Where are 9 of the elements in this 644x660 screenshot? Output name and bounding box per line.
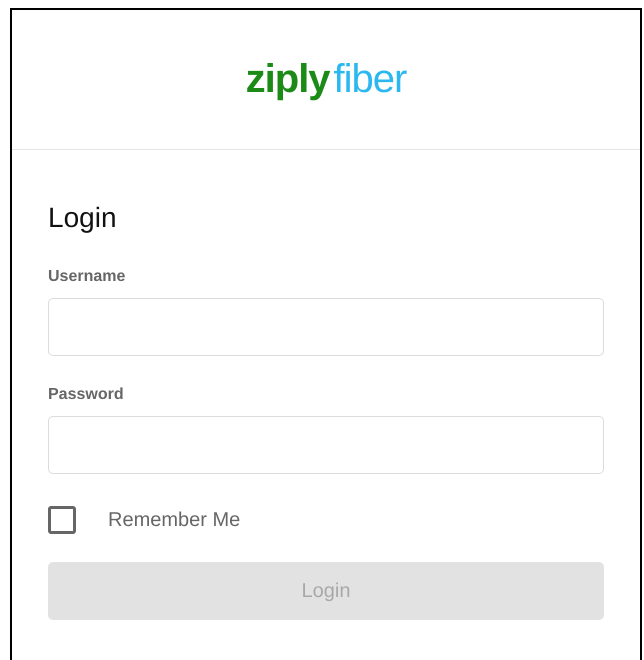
input-field[interactable] [48,298,604,356]
remember-label: Remember Me [108,508,240,533]
logo-text: fiber [334,58,406,98]
logo-text: ziply [246,58,330,98]
input-field[interactable] [48,416,604,474]
field-label: Username [48,267,126,287]
page-title: Login [48,201,117,235]
remember-checkbox[interactable] [48,506,76,534]
field-label: Password [48,385,124,405]
